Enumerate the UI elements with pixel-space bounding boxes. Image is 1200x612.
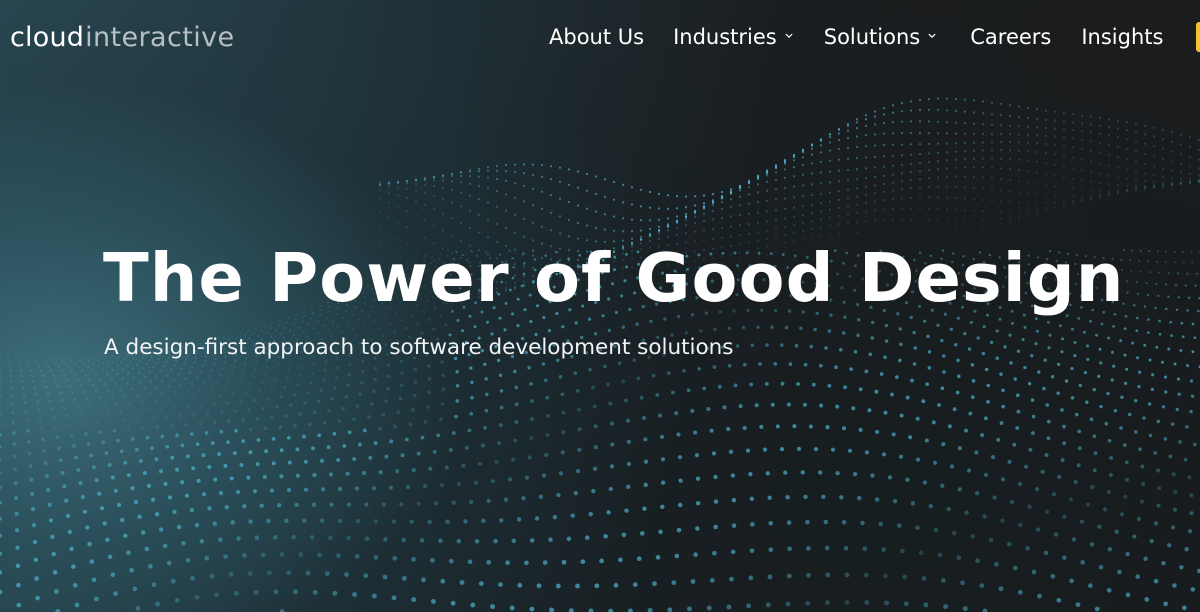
logo-text-cloud: cloud bbox=[10, 22, 85, 53]
chevron-down-icon bbox=[928, 33, 936, 38]
site-logo[interactable]: cloud interactive bbox=[10, 20, 235, 56]
nav-item-solutions[interactable]: Solutions bbox=[824, 20, 937, 54]
hero-section: cloud interactive About Us Industries Sol… bbox=[0, 0, 1200, 612]
main-menu: About Us Industries Solutions Careers In… bbox=[549, 20, 1163, 54]
nav-item-label: Industries bbox=[673, 25, 777, 49]
nav-item-insights[interactable]: Insights bbox=[1081, 20, 1163, 54]
nav-item-label: Solutions bbox=[823, 25, 921, 49]
nav-item-label: Careers bbox=[970, 25, 1052, 49]
chevron-down-icon bbox=[785, 33, 793, 38]
nav-item-label: About Us bbox=[549, 25, 645, 49]
contact-button-edge[interactable] bbox=[1196, 22, 1200, 52]
nav-item-industries[interactable]: Industries bbox=[673, 20, 793, 54]
logo-text-interactive: interactive bbox=[85, 22, 235, 53]
nav-item-about-us[interactable]: About Us bbox=[549, 20, 644, 54]
hero-subtitle: A design-first approach to software deve… bbox=[104, 335, 734, 360]
top-navigation: cloud interactive About Us Industries Sol… bbox=[0, 0, 1200, 74]
nav-item-label: Insights bbox=[1081, 25, 1164, 49]
nav-item-careers[interactable]: Careers bbox=[970, 20, 1051, 54]
hero-title: The Power of Good Design bbox=[103, 239, 1125, 317]
